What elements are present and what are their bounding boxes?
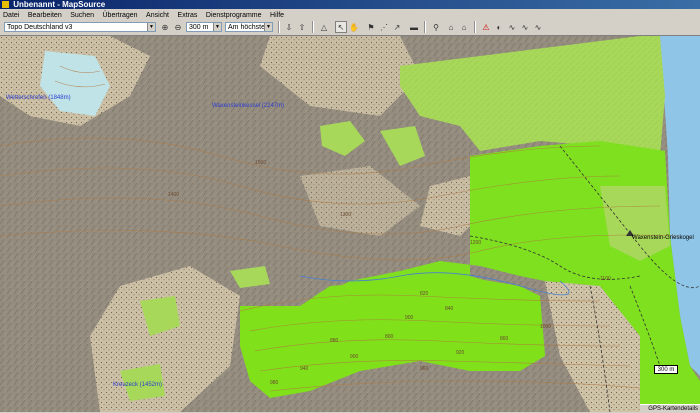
contour-label: 820 xyxy=(420,291,429,297)
track-tool-icon[interactable]: ↗ xyxy=(391,21,403,33)
zoom-scale-value: 300 m xyxy=(189,24,209,31)
send-to-device-button[interactable]: ⇧ xyxy=(296,21,308,33)
contour-label: 1200 xyxy=(470,240,482,246)
contour-label: 900 xyxy=(405,315,414,321)
zoom-out-button[interactable]: ⊖ xyxy=(172,21,184,33)
map-label-waxensteinkessel[interactable]: Waxensteinkessel (2247m) xyxy=(212,103,284,109)
contour-label: 880 xyxy=(330,338,339,344)
receive-from-device-button[interactable]: ⇩ xyxy=(283,21,295,33)
contour-label: 840 xyxy=(445,306,454,312)
map-product-value: Topo Deutschland v3 xyxy=(7,24,73,31)
find-icon[interactable]: ⚲ xyxy=(430,21,442,33)
window-titlebar: Unbenannt - MapSource xyxy=(0,0,700,9)
contour-label: 1500 xyxy=(255,160,267,166)
zoom-in-button[interactable]: ⊕ xyxy=(159,21,171,33)
map-canvas[interactable]: Wetterschrofen (1848m) Waxensteinkessel … xyxy=(0,36,700,412)
window-title: Unbenannt - MapSource xyxy=(13,0,106,9)
waypoints-visibility-icon[interactable]: ∿ xyxy=(532,21,544,33)
zoom-scale-select[interactable]: 300 m ▼ xyxy=(186,22,222,32)
selection-tool-icon[interactable]: ↖ xyxy=(335,21,347,33)
chevron-down-icon: ▼ xyxy=(213,23,221,31)
contour-label: 800 xyxy=(385,334,394,340)
map-scale-bar: 300 m xyxy=(654,365,678,374)
map-label-waxenstein-grieskogel[interactable]: Waxenstein-Grieskogel xyxy=(632,235,694,241)
distance-tool-icon[interactable]: ▬ xyxy=(408,21,420,33)
contour-label: 860 xyxy=(500,336,509,342)
color-map-icon[interactable]: ◐ xyxy=(493,21,505,33)
toolbar-separator xyxy=(474,21,476,33)
map-label-wetterschrofen[interactable]: Wetterschrofen (1848m) xyxy=(6,95,71,101)
toolbar-separator xyxy=(312,21,314,33)
map-label-kreuzeck[interactable]: Kreuzeck (1452m) xyxy=(113,382,162,388)
chevron-down-icon: ▼ xyxy=(147,23,155,31)
waypoint-tool-icon[interactable]: ⚑ xyxy=(365,21,377,33)
chevron-down-icon: ▼ xyxy=(264,23,272,31)
status-bar-map-details: GPS-Kartendetails xyxy=(640,404,700,412)
contour-label: 1300 xyxy=(340,212,352,218)
find-places-icon[interactable]: ⌂ xyxy=(445,21,457,33)
contour-label: 940 xyxy=(300,366,309,372)
contour-label: 1100 xyxy=(600,276,611,282)
contour-label: 920 xyxy=(456,350,465,356)
map-product-select[interactable]: Topo Deutschland v3 ▼ xyxy=(4,22,156,32)
toolbar: Topo Deutschland v3 ▼ ⊕ ⊖ 300 m ▼ Am höc… xyxy=(0,19,700,36)
detail-level-value: Am höchsten xyxy=(228,24,269,31)
map-tool-icon[interactable]: △ xyxy=(318,21,330,33)
find-nearby-icon[interactable]: ⌂ xyxy=(458,21,470,33)
contour-label: 980 xyxy=(270,380,279,386)
toolbar-separator xyxy=(424,21,426,33)
contour-label: 900 xyxy=(350,354,359,360)
contour-label: 1400 xyxy=(168,192,180,198)
hand-tool-icon[interactable]: ✋ xyxy=(348,21,360,33)
routes-visibility-icon[interactable]: ∿ xyxy=(519,21,531,33)
show-map-icon[interactable]: ⚠ xyxy=(480,21,492,33)
mapsource-app-icon xyxy=(2,1,9,8)
toolbar-separator xyxy=(278,21,280,33)
tracks-visibility-icon[interactable]: ∿ xyxy=(506,21,518,33)
detail-level-select[interactable]: Am höchsten ▼ xyxy=(225,22,273,32)
route-tool-icon[interactable]: ⋰ xyxy=(378,21,390,33)
contour-label: 1000 xyxy=(540,324,552,330)
contour-label: 960 xyxy=(420,366,429,372)
